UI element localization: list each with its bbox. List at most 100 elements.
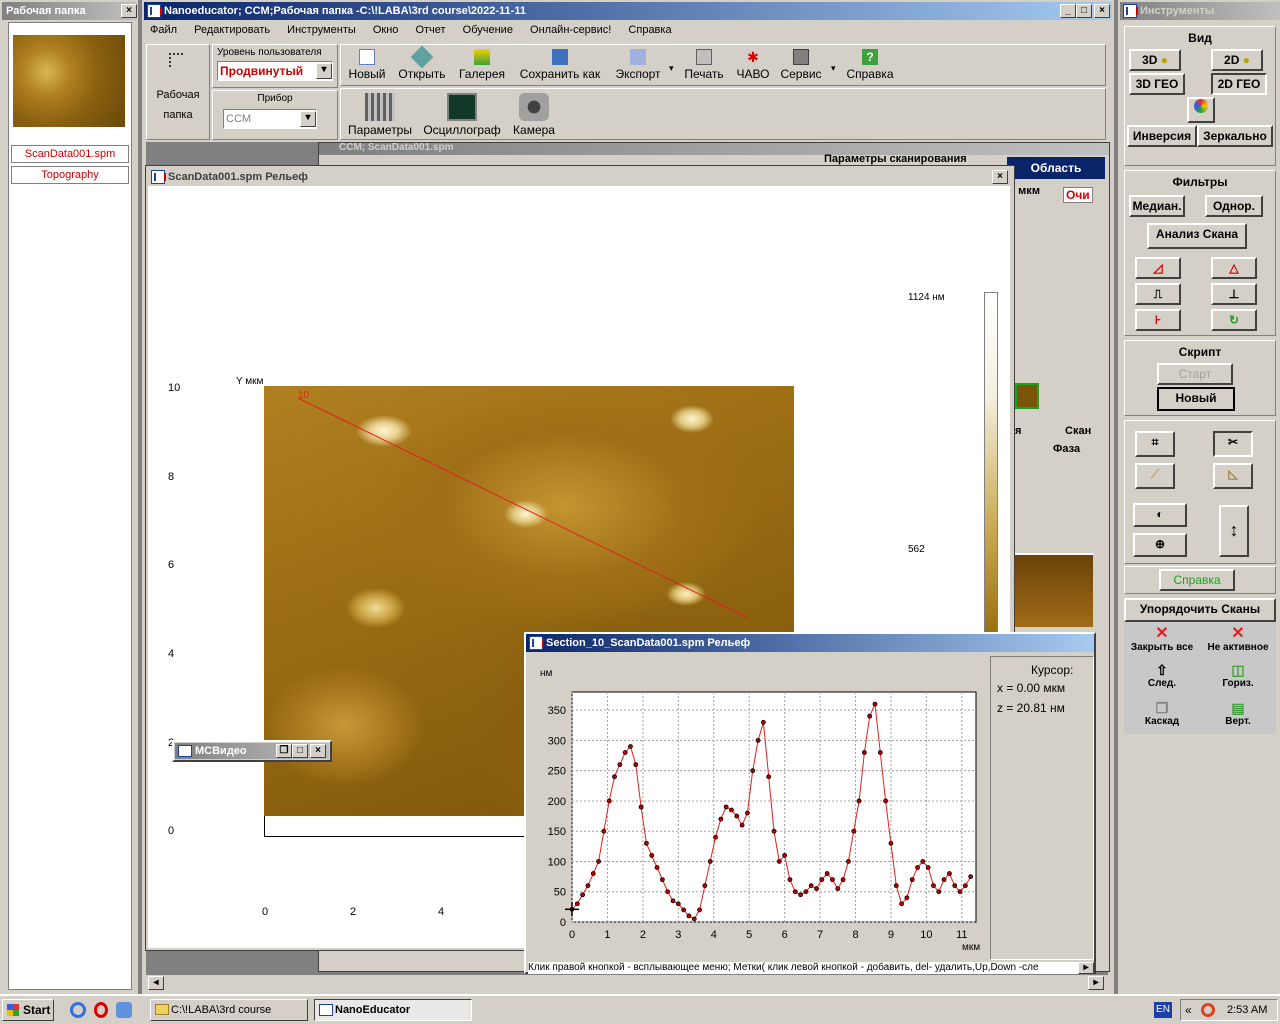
uniform-filter-button[interactable]: Однор. — [1205, 195, 1263, 217]
language-indicator[interactable]: EN — [1154, 1002, 1172, 1018]
device-select[interactable]: CCM ▾ — [223, 109, 317, 129]
line-filter-button[interactable]: ⊥ — [1211, 283, 1257, 305]
vertical-scale-button[interactable]: ↕ — [1219, 505, 1249, 557]
next-button[interactable]: ⇧ След. — [1124, 662, 1200, 689]
view-2d-geo-button[interactable]: 2D ГЕО — [1211, 73, 1267, 95]
video-maximize-button[interactable]: □ — [292, 744, 308, 758]
section-titlebar[interactable]: Section_10_ScanData001.spm Рельеф — [526, 634, 1094, 652]
tray-app-icon[interactable] — [1201, 1003, 1215, 1017]
camera-button[interactable]: Камера — [507, 93, 561, 137]
video-icon — [178, 745, 192, 757]
save-as-button[interactable]: Сохранить как — [515, 49, 605, 81]
close-all-button[interactable]: ✕ Закрыть все — [1124, 626, 1200, 654]
median-filter-button[interactable]: Медиан. — [1129, 195, 1185, 217]
mdi-hscrollbar[interactable]: ◂ ▸ — [146, 974, 1108, 992]
oscilloscope-button[interactable]: Осциллограф — [421, 93, 503, 137]
gallery-button[interactable]: Галерея — [455, 49, 509, 81]
inversion-button[interactable]: Инверсия — [1127, 125, 1197, 147]
open-button[interactable]: Открыть — [395, 45, 449, 81]
menu-file[interactable]: Файл — [150, 24, 177, 36]
crop-button[interactable]: ⌗ — [1135, 431, 1175, 457]
service-dropdown-icon[interactable]: ▾ — [831, 63, 836, 74]
menu-learning[interactable]: Обучение — [463, 24, 513, 36]
angle-button[interactable]: ◺ — [1213, 463, 1253, 489]
new-button[interactable]: Новый — [347, 49, 387, 81]
print-button[interactable]: Печать — [681, 49, 727, 81]
undo-filter-button[interactable]: ↻ — [1211, 309, 1257, 331]
workfolder-close-button[interactable]: × — [121, 4, 137, 18]
thumbnail-mode-label[interactable]: Topography — [11, 166, 129, 184]
profile-filter-button[interactable]: ⊦ — [1135, 309, 1181, 331]
faq-button[interactable]: ✱ ЧАВО — [733, 49, 773, 81]
menu-report[interactable]: Отчет — [415, 24, 445, 36]
script-new-button[interactable]: Новый — [1157, 387, 1235, 411]
export-dropdown-icon[interactable]: ▾ — [669, 63, 674, 74]
y-tick-label: 300 — [548, 735, 566, 747]
mirror-button[interactable]: Зеркально — [1197, 125, 1273, 147]
view-3d-button[interactable]: 3D ● — [1129, 49, 1181, 71]
maximize-button[interactable]: □ — [1076, 4, 1092, 18]
scan-thumbnail[interactable] — [13, 35, 125, 127]
cascade-button[interactable]: ❐ Каскад — [1124, 700, 1200, 727]
profile-chart[interactable]: 0 1 2 3 4 5 6 7 8 9 10 11 0 50 100 150 200 250 300 350 нм мкм — [528, 656, 988, 960]
ruler-button[interactable]: ⟋ — [1135, 463, 1175, 489]
inactive-button[interactable]: ✕ Не активное — [1200, 626, 1276, 654]
clear-button[interactable]: Очи — [1063, 187, 1093, 203]
view-2d-button[interactable]: 2D ● — [1211, 49, 1263, 71]
zoom-button[interactable]: ⊕ — [1133, 533, 1187, 557]
tray-expand-icon[interactable]: « — [1185, 1003, 1192, 1017]
chevron-down-icon[interactable]: ▾ — [316, 63, 332, 79]
ie-icon[interactable] — [70, 1002, 86, 1018]
section-scroll-right-button[interactable]: ▸ — [1078, 962, 1094, 974]
opera-icon[interactable] — [94, 1002, 108, 1018]
scan-analysis-button[interactable]: Анализ Скана — [1147, 223, 1247, 249]
scan-titlebar[interactable]: ScanData001.spm Рельеф — [148, 168, 1012, 186]
taskbar-nanoeducator[interactable]: NanoEducator — [314, 999, 472, 1021]
slope-filter-button[interactable]: ◿ — [1135, 257, 1181, 279]
menu-window[interactable]: Окно — [373, 24, 399, 36]
menu-tools[interactable]: Инструменты — [287, 24, 356, 36]
main-titlebar[interactable]: Nanoeducator; CCM;Рабочая папка -C:\!LAB… — [144, 2, 1112, 20]
horizontal-button[interactable]: ◫ Гориз. — [1200, 662, 1276, 689]
parameters-button[interactable]: Параметры — [345, 93, 415, 137]
cut-button[interactable]: ✂ — [1213, 431, 1253, 457]
scan-close-button[interactable]: × — [992, 170, 1008, 184]
open-label: Открыть — [398, 67, 446, 81]
video-close-button[interactable]: × — [310, 744, 326, 758]
service-button[interactable]: Сервис — [777, 49, 825, 81]
workfolder-titlebar[interactable]: Рабочая папка — [2, 2, 136, 20]
step-filter-button[interactable]: ⎍ — [1135, 283, 1181, 305]
tools-help-button[interactable]: Справка — [1159, 569, 1235, 591]
ccm-titlebar[interactable]: CCM; ScanData001.spm — [319, 143, 1109, 155]
arrange-scans-button[interactable]: Упорядочить Сканы — [1124, 598, 1276, 622]
start-button[interactable]: Start — [2, 999, 54, 1021]
video-restore-button[interactable]: ❐ — [276, 744, 292, 758]
scroll-left-button[interactable]: ◂ — [148, 976, 164, 990]
close-button[interactable]: × — [1094, 4, 1110, 18]
video-window[interactable]: МСВидео ❐ □ × — [172, 740, 332, 762]
user-level-select[interactable]: Продвинутый ▾ — [217, 61, 333, 81]
contrast-button[interactable]: ◐ — [1133, 503, 1187, 527]
section-window[interactable]: Section_10_ScanData001.spm Рельеф 0 1 2 3 4 5… — [524, 632, 1096, 974]
thumbnail-file-label[interactable]: ScanData001.spm — [11, 145, 129, 163]
chevron-down-icon[interactable]: ▾ — [300, 111, 316, 127]
minimize-button[interactable]: _ — [1060, 4, 1076, 18]
quicklaunch-app-icon[interactable] — [116, 1002, 132, 1018]
vertical-button[interactable]: ▤ Верт. — [1200, 700, 1276, 727]
print-label: Печать — [684, 67, 724, 81]
workfolder-button[interactable]: Рабочая папка — [146, 44, 210, 140]
peak-filter-button[interactable]: △ — [1211, 257, 1257, 279]
scroll-right-button[interactable]: ▸ — [1088, 976, 1104, 990]
taskbar-explorer[interactable]: C:\!LABA\3rd course — [150, 999, 308, 1021]
tools-titlebar[interactable]: Инструменты — [1120, 2, 1280, 20]
view-3d-geo-button[interactable]: 3D ГЕО — [1129, 73, 1185, 95]
export-button[interactable]: Экспорт — [611, 49, 665, 81]
script-start-button[interactable]: Старт — [1157, 363, 1233, 385]
data-point — [622, 750, 628, 755]
menu-help[interactable]: Справка — [628, 24, 671, 36]
help-button[interactable]: ? Справка — [843, 49, 897, 81]
menu-online[interactable]: Онлайн-сервис! — [530, 24, 611, 36]
menu-edit[interactable]: Редактировать — [194, 24, 270, 36]
palette-button[interactable] — [1187, 97, 1215, 123]
area-tab[interactable]: Область — [1007, 157, 1105, 179]
